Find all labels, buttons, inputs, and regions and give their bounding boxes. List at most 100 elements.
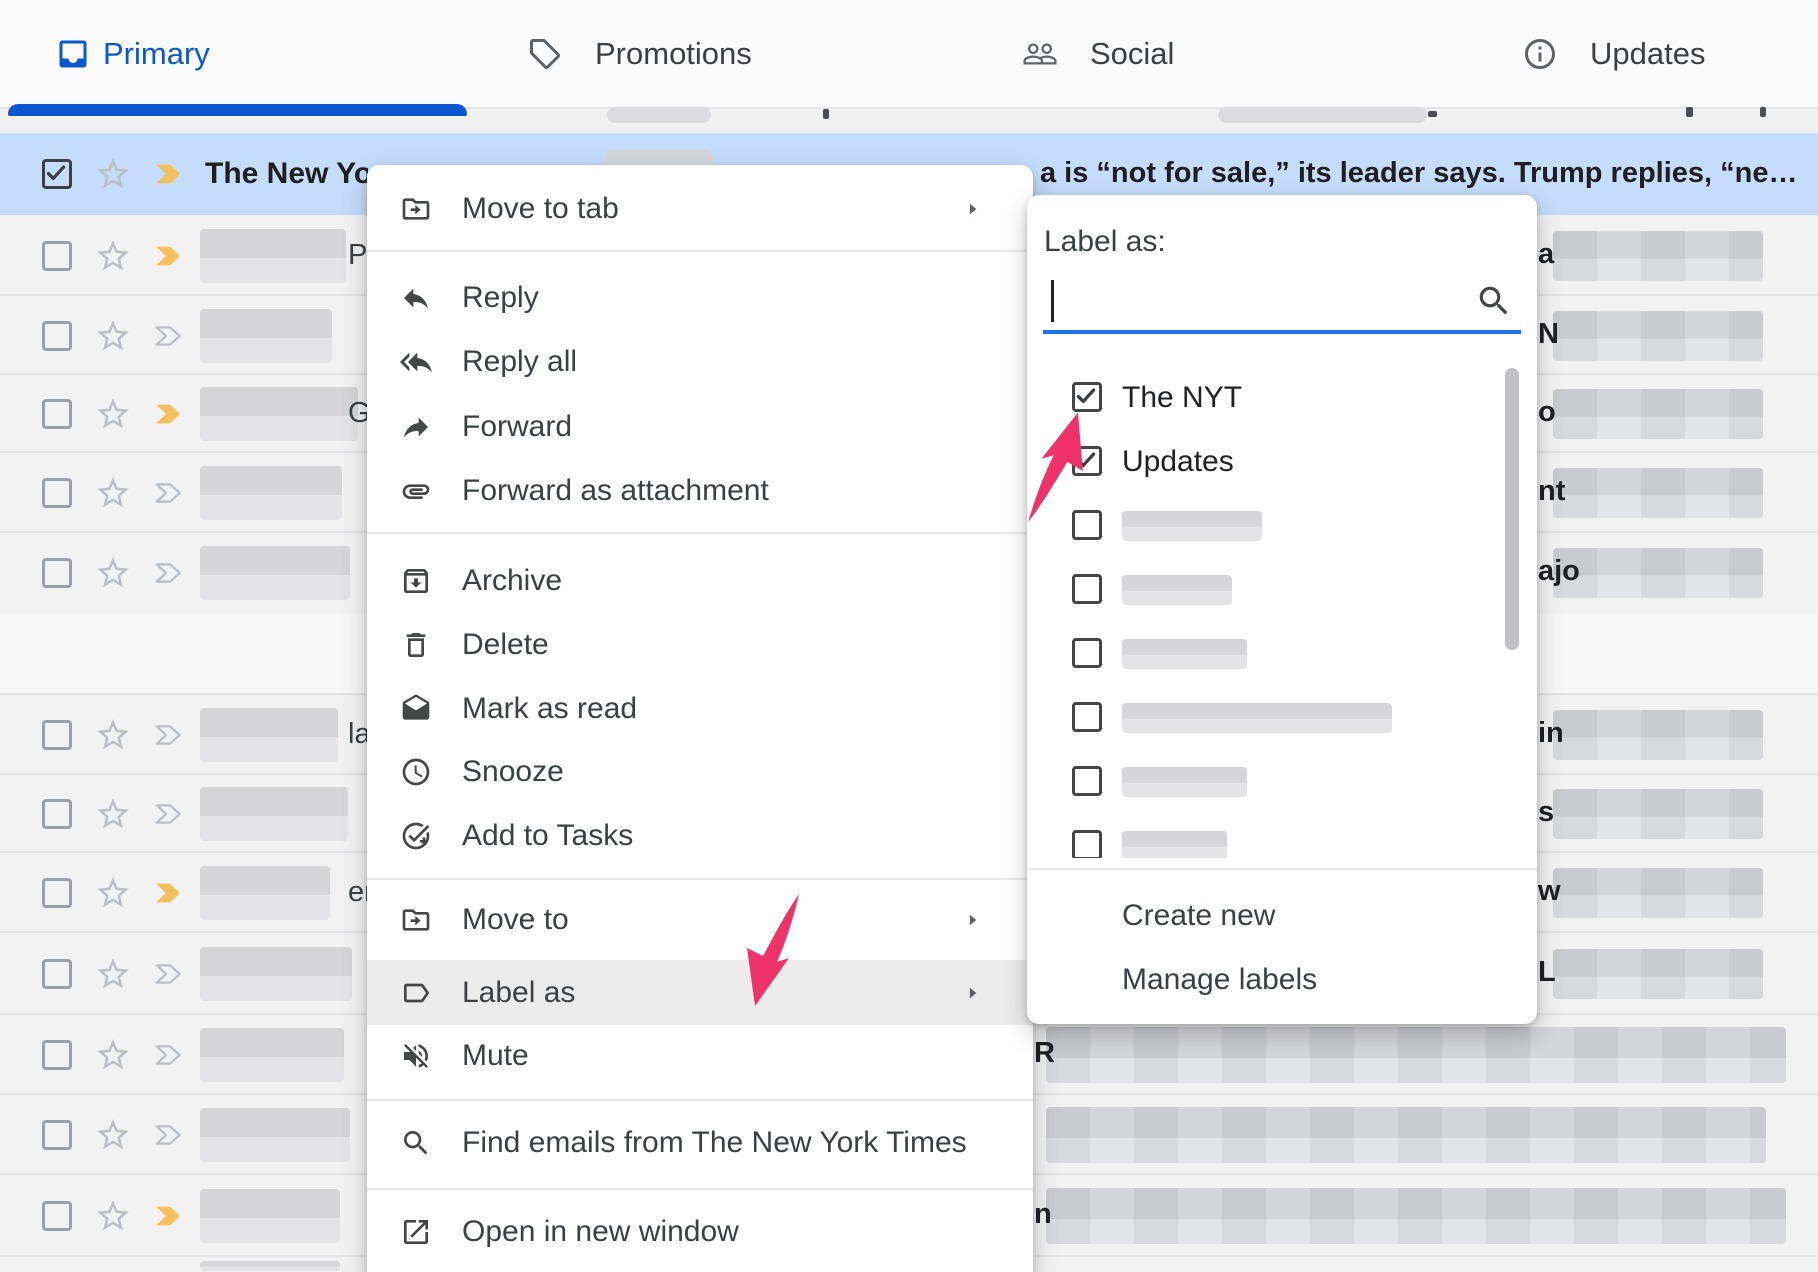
star-icon[interactable] [94, 874, 132, 912]
menu-item-delete[interactable]: Delete [367, 613, 1033, 677]
checkbox[interactable] [1072, 830, 1102, 858]
redacted-subject [1553, 868, 1763, 918]
checkbox[interactable] [42, 399, 72, 429]
checkbox[interactable] [42, 959, 72, 989]
text-fragment: R [1034, 1037, 1055, 1070]
redacted-subject [1046, 1107, 1766, 1163]
active-tab-indicator [8, 104, 467, 116]
menu-item-label: Mark as read [462, 692, 637, 726]
manage-labels-button[interactable]: Manage labels [1027, 948, 1537, 1012]
checkbox[interactable] [1072, 574, 1102, 604]
redacted-subject [1553, 468, 1763, 518]
importance-marker-icon[interactable] [148, 1039, 188, 1071]
importance-marker-icon[interactable] [148, 1200, 188, 1232]
star-icon[interactable] [94, 395, 132, 433]
label-option-redacted[interactable] [1027, 814, 1537, 858]
checkbox[interactable] [42, 878, 72, 908]
menu-item-mute[interactable]: Mute [367, 1024, 1033, 1088]
checkbox[interactable] [1072, 766, 1102, 796]
menu-item-label: Move to [462, 903, 569, 937]
redacted-sender [200, 466, 342, 520]
menu-item-forward-as-attachment[interactable]: Forward as attachment [367, 459, 1033, 523]
tab-social[interactable]: Social [1022, 0, 1174, 107]
submenu-chevron-icon [959, 907, 985, 933]
star-icon[interactable] [94, 955, 132, 993]
checkbox[interactable] [42, 558, 72, 588]
menu-item-archive[interactable]: Archive [367, 549, 1033, 613]
checkbox[interactable] [42, 321, 72, 351]
menu-item-add-to-tasks[interactable]: Add to Tasks [367, 804, 1033, 868]
checkbox[interactable] [42, 159, 72, 189]
label-search-input[interactable] [1057, 280, 1447, 324]
star-icon[interactable] [94, 1116, 132, 1154]
star-icon[interactable] [94, 716, 132, 754]
tab-promotions[interactable]: Promotions [527, 0, 752, 107]
importance-marker-icon[interactable] [148, 477, 188, 509]
importance-marker-icon[interactable] [148, 557, 188, 589]
menu-item-label: Move to tab [462, 192, 619, 226]
create-new-label-button[interactable]: Create new [1027, 884, 1537, 948]
label-option-redacted[interactable] [1027, 622, 1537, 686]
menu-item-open-in-new-window[interactable]: Open in new window [367, 1200, 1033, 1264]
checkbox[interactable] [1072, 702, 1102, 732]
clock-icon [400, 756, 432, 788]
importance-marker-icon[interactable] [148, 958, 188, 990]
forward-icon [400, 411, 432, 443]
label-option-redacted[interactable] [1027, 686, 1537, 750]
checkbox[interactable] [42, 1040, 72, 1070]
star-icon[interactable] [94, 155, 132, 193]
label-option-redacted[interactable] [1027, 750, 1537, 814]
menu-item-move-to-tab[interactable]: Move to tab [367, 177, 1033, 241]
importance-marker-icon[interactable] [148, 398, 188, 430]
checkbox[interactable] [42, 241, 72, 271]
divider [367, 1099, 1033, 1101]
text-fragment: n [1034, 1198, 1052, 1231]
star-icon[interactable] [94, 317, 132, 355]
redacted-subject [1553, 710, 1763, 760]
redacted-subject [1553, 949, 1763, 999]
importance-marker-icon[interactable] [148, 320, 188, 352]
divider [367, 878, 1033, 880]
checkbox[interactable] [42, 1120, 72, 1150]
importance-marker-icon[interactable] [148, 158, 188, 190]
menu-item-move-to[interactable]: Move to [367, 888, 1033, 952]
star-icon[interactable] [94, 1036, 132, 1074]
label-as-submenu: Label as: UpdatesThe NYT Create new Mana… [1027, 195, 1537, 1024]
star-icon[interactable] [94, 1197, 132, 1235]
menu-item-mark-as-read[interactable]: Mark as read [367, 677, 1033, 741]
star-icon[interactable] [94, 554, 132, 592]
star-icon[interactable] [94, 795, 132, 833]
menu-item-reply[interactable]: Reply [367, 266, 1033, 330]
menu-item-label: Mute [462, 1039, 529, 1073]
info-icon [1522, 36, 1558, 72]
checkbox[interactable] [42, 1201, 72, 1231]
importance-marker-icon[interactable] [148, 798, 188, 830]
menu-item-label: Forward as attachment [462, 474, 769, 508]
tab-primary[interactable]: Primary [55, 0, 210, 107]
checkbox[interactable] [42, 478, 72, 508]
importance-marker-icon[interactable] [148, 877, 188, 909]
redacted-subject [1553, 389, 1763, 439]
importance-marker-icon[interactable] [148, 240, 188, 272]
menu-item-label: Reply [462, 281, 539, 315]
checkbox[interactable] [42, 720, 72, 750]
importance-marker-icon[interactable] [148, 719, 188, 751]
star-icon[interactable] [94, 237, 132, 275]
checkbox[interactable] [42, 799, 72, 829]
menu-item-forward[interactable]: Forward [367, 395, 1033, 459]
checkbox[interactable] [1072, 638, 1102, 668]
redacted-sender [200, 229, 346, 283]
star-icon[interactable] [94, 474, 132, 512]
label-option-redacted[interactable] [1027, 558, 1537, 622]
email-subject: a is “not for sale,” its leader says. Tr… [1040, 157, 1810, 190]
menu-item-reply-all[interactable]: Reply all [367, 330, 1033, 394]
redacted-sender [200, 708, 338, 762]
importance-marker-icon[interactable] [148, 1119, 188, 1151]
menu-item-find-emails-from-the-new-york-times[interactable]: Find emails from The New York Times [367, 1111, 1033, 1175]
category-tab-bar: Primary Promotions Social Updates [0, 0, 1818, 107]
menu-item-snooze[interactable]: Snooze [367, 740, 1033, 804]
label-search-field[interactable] [1043, 272, 1521, 334]
tab-updates[interactable]: Updates [1522, 0, 1705, 107]
menu-item-label-as[interactable]: Label as [367, 960, 1033, 1025]
scrollbar-thumb[interactable] [1505, 368, 1519, 650]
